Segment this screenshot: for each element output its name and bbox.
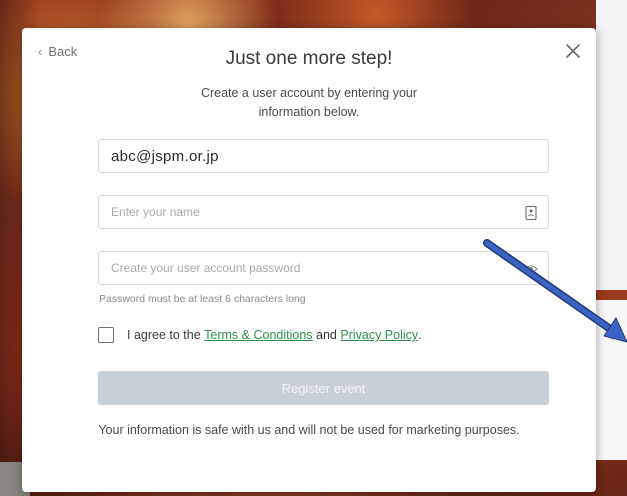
password-input[interactable] xyxy=(111,261,536,275)
terms-agreement: I agree to the Terms & Conditions and Pr… xyxy=(98,327,422,343)
name-input[interactable] xyxy=(111,205,536,219)
agree-prefix: I agree to the xyxy=(127,328,201,342)
eye-icon[interactable] xyxy=(524,261,538,277)
background-page-panel-lower xyxy=(596,300,627,460)
privacy-link[interactable]: Privacy Policy xyxy=(340,328,418,342)
register-button[interactable]: Register event xyxy=(98,371,549,405)
background-page-strip xyxy=(596,290,627,300)
contact-card-icon xyxy=(525,205,537,221)
terms-link[interactable]: Terms & Conditions xyxy=(204,328,312,342)
email-input[interactable] xyxy=(111,147,536,165)
name-field[interactable] xyxy=(98,195,549,229)
agree-and: and xyxy=(316,328,337,342)
password-field[interactable] xyxy=(98,251,549,285)
password-hint: Password must be at least 6 characters l… xyxy=(99,293,306,305)
email-field[interactable] xyxy=(98,139,549,173)
registration-modal: ‹ Back Just one more step! Create a user… xyxy=(22,28,596,492)
modal-title: Just one more step! xyxy=(225,48,393,69)
chevron-left-icon[interactable]: ‹ xyxy=(610,330,615,344)
modal-subtitle: Create a user account by entering your i… xyxy=(200,86,418,119)
terms-checkbox[interactable] xyxy=(98,327,114,343)
privacy-note: Your information is safe with us and wil… xyxy=(98,423,520,437)
background-page-panel xyxy=(596,0,627,300)
agree-suffix: . xyxy=(418,328,422,342)
